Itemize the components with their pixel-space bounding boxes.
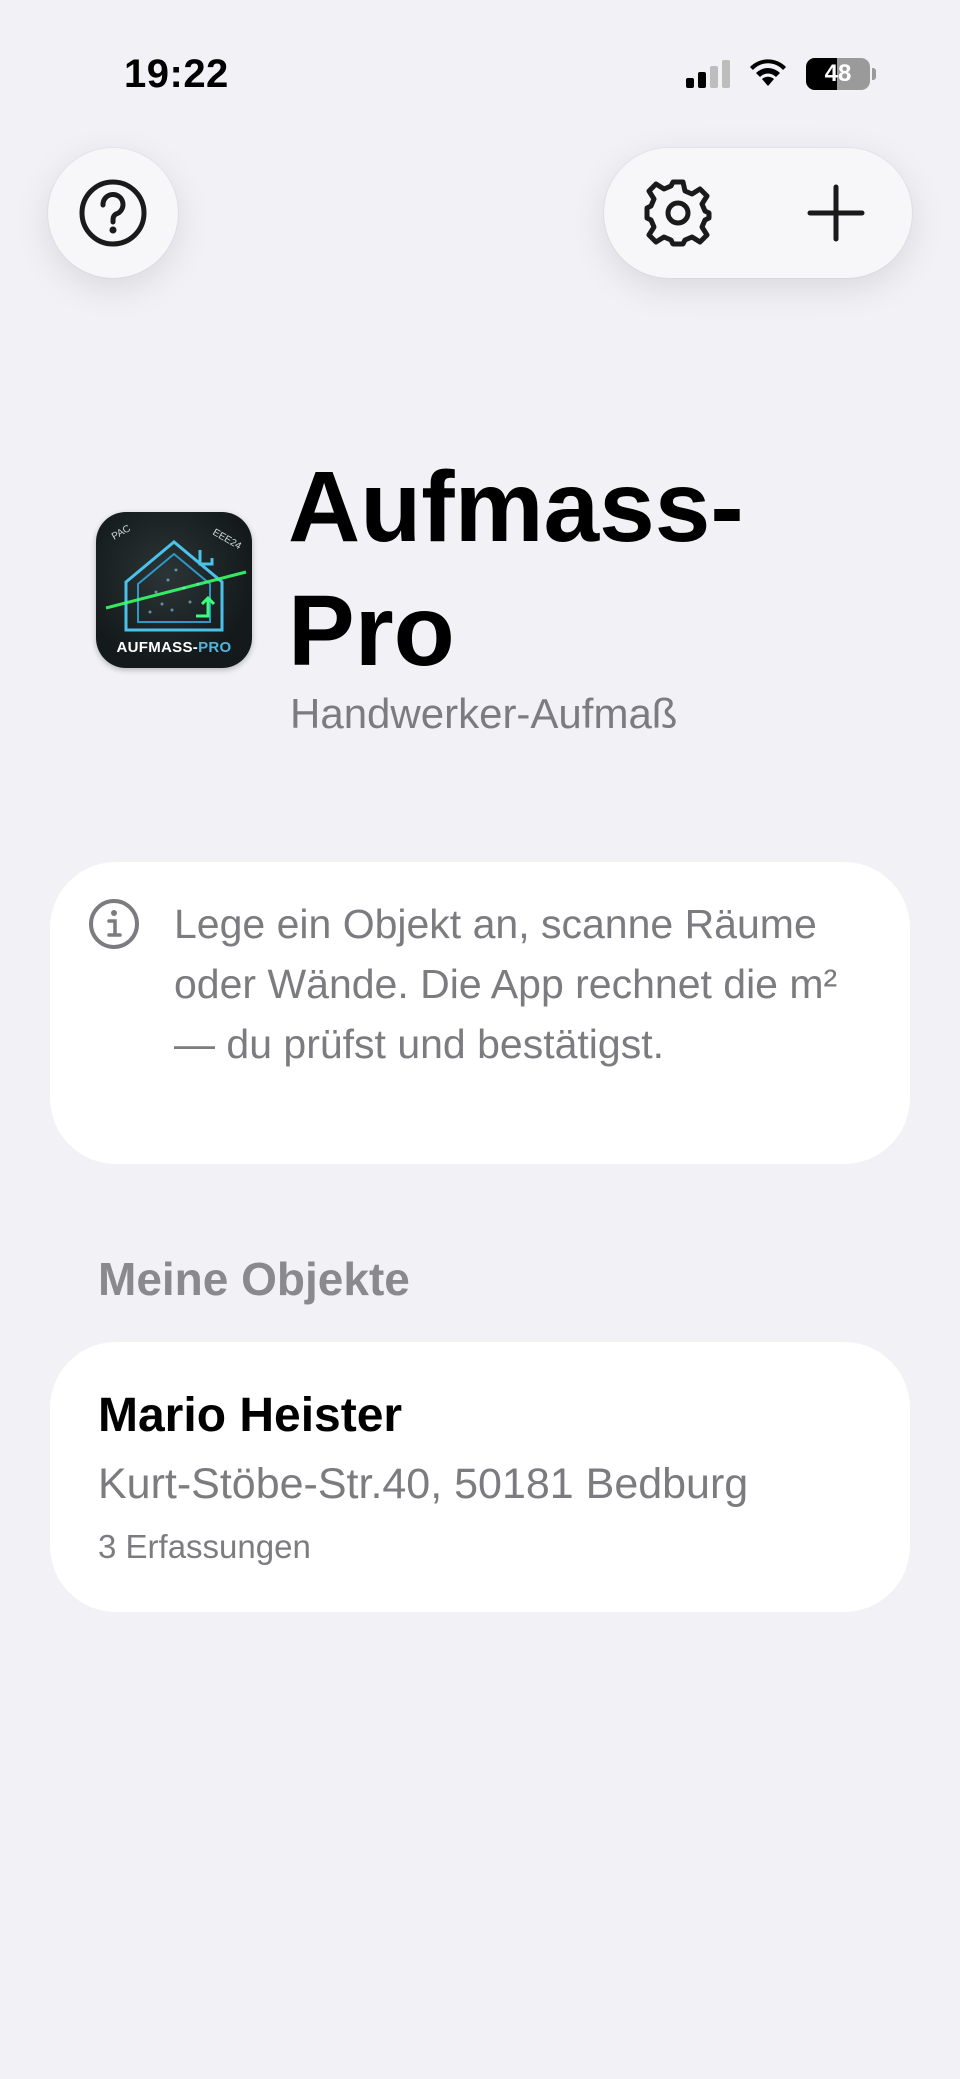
app-logo: PAC EEE24 AUFMASS-PRO	[96, 512, 252, 668]
page-title: Aufmass-Pro	[288, 451, 744, 687]
status-time: 19:22	[124, 52, 229, 96]
app-icon-corner-right: EEE24	[211, 527, 244, 552]
question-circle-icon	[79, 179, 147, 247]
app-icon-label: AUFMASS-PRO	[96, 639, 252, 656]
help-button[interactable]	[48, 148, 178, 278]
app-icon-label-main: AUFMASS-	[116, 639, 199, 656]
wifi-icon	[750, 59, 786, 86]
info-text: Lege ein Objekt an, scanne Räume oder Wä…	[174, 901, 838, 1067]
settings-button[interactable]	[642, 177, 714, 249]
plus-icon	[807, 184, 865, 242]
add-button[interactable]	[806, 183, 866, 243]
info-card: Lege ein Objekt an, scanne Räume oder Wä…	[50, 862, 910, 1164]
object-address: Kurt-Stöbe-Str.40, 50181 Bedburg	[98, 1460, 749, 1508]
page-subtitle: Handwerker-Aufmaß	[290, 690, 678, 737]
battery-tip	[872, 68, 876, 80]
object-capture-count: 3 Erfassungen	[98, 1528, 311, 1565]
gear-icon	[644, 179, 712, 247]
app-icon-label-accent: PRO	[198, 639, 232, 656]
app-icon-corner-left: PAC	[110, 523, 133, 542]
object-card[interactable]: Mario Heister Kurt-Stöbe-Str.40, 50181 B…	[50, 1342, 910, 1612]
status-icons: 48	[686, 58, 876, 90]
toolbar-pill	[604, 148, 912, 278]
cellular-signal-icon	[686, 60, 730, 88]
section-title-objects: Meine Objekte	[98, 1253, 410, 1305]
battery-level: 48	[824, 60, 852, 87]
info-circle-icon	[89, 899, 139, 949]
battery-icon: 48	[806, 58, 870, 90]
object-name: Mario Heister	[98, 1389, 403, 1442]
